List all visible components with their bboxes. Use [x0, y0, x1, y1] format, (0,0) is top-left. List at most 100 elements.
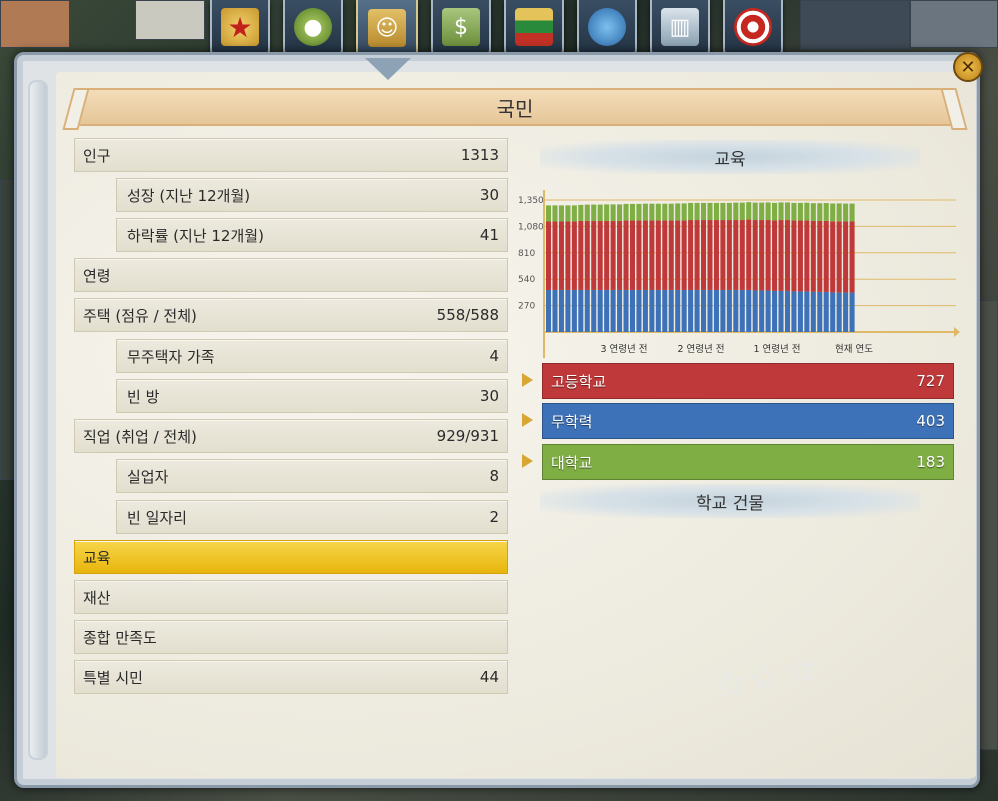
chart-bar-segment	[565, 205, 571, 222]
active-tab-pointer	[365, 58, 411, 80]
tab-politics[interactable]	[504, 0, 564, 56]
stat-label: 재산	[83, 588, 111, 607]
stat-homeless[interactable]: 무주택자 가족 4	[116, 339, 508, 373]
chart-bar-segment	[694, 202, 700, 221]
stat-age[interactable]: 연령	[74, 258, 508, 292]
chart-bar-segment	[784, 290, 791, 332]
tab-overview[interactable]: ★	[210, 0, 270, 56]
tab-food[interactable]: ●	[283, 0, 343, 56]
chart-bar-segment	[655, 289, 661, 332]
stat-vacancies[interactable]: 빈 일자리 2	[116, 500, 508, 534]
chart-bar-segment	[791, 220, 797, 292]
x-tick-label: 3 연령년 전	[600, 343, 647, 355]
chart-bar-segment	[681, 220, 687, 290]
chart-bar-segment	[720, 220, 726, 290]
chart-bar-segment	[765, 290, 771, 332]
stat-decline[interactable]: 하락률 (지난 12개월) 41	[116, 218, 508, 252]
tab-world[interactable]	[577, 0, 637, 56]
stat-wealth[interactable]: 재산	[74, 580, 508, 614]
tab-military[interactable]	[723, 0, 783, 56]
chart-bar-segment	[739, 202, 745, 221]
chart-bar-segment	[604, 289, 610, 332]
chart-bar-segment	[752, 290, 758, 332]
stat-value: 929/931	[436, 427, 499, 445]
chart-bar-segment	[662, 289, 668, 332]
chart-bar-segment	[804, 202, 810, 221]
expand-arrow-icon[interactable]	[522, 454, 533, 468]
chart-bar-segment	[823, 203, 829, 221]
stat-satisfaction[interactable]: 종합 만족도	[74, 620, 508, 654]
close-button[interactable]: ✕	[953, 52, 983, 82]
chart-bar-segment	[849, 292, 855, 332]
stat-label: 주택 (점유 / 전체)	[83, 306, 197, 325]
chart-bar-segment	[591, 289, 597, 332]
chart-bar-segment	[591, 221, 597, 290]
chart-bar-segment	[797, 202, 803, 221]
close-icon: ✕	[960, 56, 976, 78]
chart-bar-segment	[571, 205, 577, 222]
chart-bar-segment	[810, 291, 816, 332]
chart-bar-segment	[713, 202, 719, 221]
stat-empty-rooms[interactable]: 빈 방 30	[116, 379, 508, 413]
stat-value: 1313	[460, 146, 499, 164]
chart-bar-segment	[726, 220, 732, 290]
chart-bar-segment	[597, 289, 603, 332]
stat-value: 30	[479, 186, 499, 204]
legend-value: 403	[916, 412, 945, 430]
chart-bar-segment	[571, 289, 577, 332]
building-icon: ▥	[661, 8, 699, 46]
chart-bar-segment	[552, 205, 558, 222]
y-tick-label: 1,350	[518, 196, 544, 206]
legend-high-school[interactable]: 고등학교 727	[542, 363, 954, 399]
chart-bar-segment	[604, 221, 610, 290]
chart-bar-segment	[681, 289, 687, 332]
stat-education[interactable]: 교육	[74, 540, 508, 574]
y-tick-label: 270	[518, 302, 535, 312]
tab-buildings[interactable]: ▥	[650, 0, 710, 56]
stat-label: 하락률 (지난 12개월)	[127, 226, 264, 245]
chart-bar-segment	[636, 289, 642, 332]
legend-label: 대학교	[551, 453, 593, 472]
chart-bar-segment	[623, 203, 629, 221]
expand-arrow-icon[interactable]	[522, 373, 533, 387]
apple-icon: ●	[294, 8, 332, 46]
chart-bar-segment	[739, 289, 745, 332]
chart-bar-segment	[707, 289, 713, 332]
stat-housing[interactable]: 주택 (점유 / 전체) 558/588	[74, 298, 508, 332]
chart-bar-segment	[759, 220, 765, 291]
chart-bar-segment	[617, 204, 623, 222]
chart-bar-segment	[649, 203, 655, 221]
chart-bar-segment	[571, 221, 577, 290]
stat-population[interactable]: 인구 1313	[74, 138, 508, 172]
chart-bar-segment	[546, 205, 552, 222]
stat-special-citizens[interactable]: 특별 시민 44	[74, 660, 508, 694]
expand-arrow-icon[interactable]	[522, 413, 533, 427]
stat-label: 빈 일자리	[127, 508, 187, 527]
background-building	[135, 0, 205, 40]
stat-growth[interactable]: 성장 (지난 12개월) 30	[116, 178, 508, 212]
stat-unemployed[interactable]: 실업자 8	[116, 459, 508, 493]
chart-bar-segment	[578, 221, 584, 290]
chart-bar-segment	[584, 204, 590, 222]
chart-bar-segment	[662, 203, 668, 221]
chart-bar-segment	[591, 204, 597, 222]
legend-university[interactable]: 대학교 183	[542, 444, 954, 480]
chart-bar-segment	[688, 220, 694, 290]
top-tab-bar: ★ ● ☺ $ ▥	[210, 0, 796, 58]
chart-bar-segment	[733, 202, 739, 221]
stat-jobs[interactable]: 직업 (취업 / 전체) 929/931	[74, 419, 508, 453]
x-tick-label: 2 연령년 전	[677, 343, 724, 355]
chart-bar-segment	[701, 289, 707, 332]
stat-value: 558/588	[436, 306, 499, 324]
chart-bar-segment	[649, 220, 655, 290]
stat-label: 연령	[83, 266, 111, 285]
chart-bar-segment	[558, 205, 564, 222]
chart-bar-segment	[746, 219, 752, 290]
chart-bar-segment	[565, 221, 571, 290]
tab-finance[interactable]: $	[431, 0, 491, 56]
tab-people[interactable]: ☺	[356, 0, 418, 58]
scrollbar[interactable]	[28, 80, 48, 760]
chart-bar-segment	[843, 292, 849, 332]
legend-no-education[interactable]: 무학력 403	[542, 403, 954, 439]
x-tick-label: 1 연령년 전	[753, 343, 800, 355]
